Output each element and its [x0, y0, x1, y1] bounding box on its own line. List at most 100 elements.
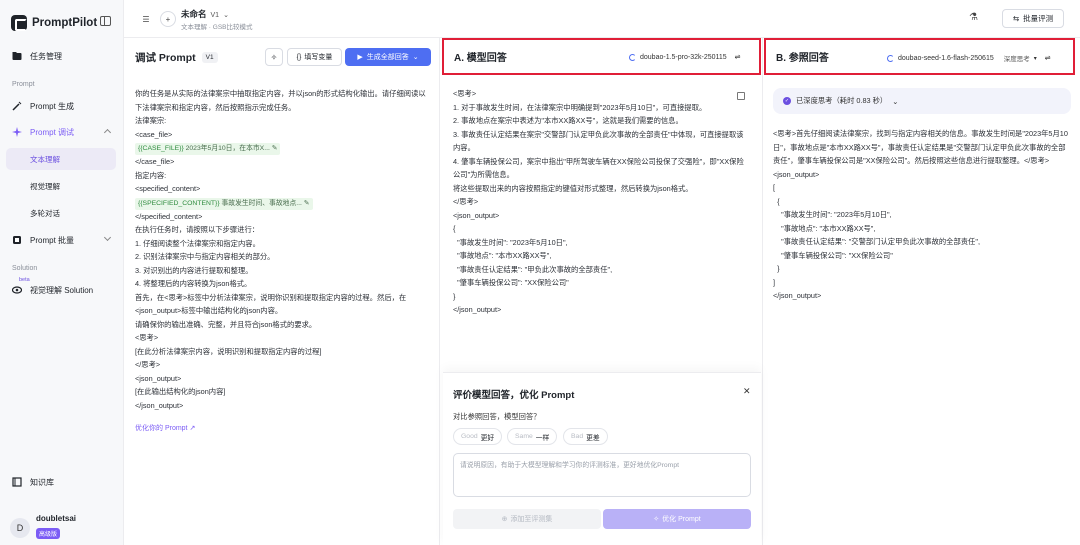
text-line: 首先，在<思考>标签中分析法律案宗，说明你识别和提取指定内容的过程。然后，在<j… [135, 292, 407, 316]
generate-all-button[interactable]: ▶ 生成全部回答 ⌄ [345, 48, 431, 66]
sidebar-item-vision-solution[interactable]: 视觉理解 Solution beta [6, 277, 118, 301]
sidebar-item-prompt-gen[interactable]: Prompt 生成 [6, 95, 118, 117]
text-line: <json_output> [773, 169, 820, 179]
wand-icon [12, 101, 22, 111]
add-icon: ⊕ [501, 516, 508, 523]
sidebar-section-prompt: Prompt [12, 81, 35, 88]
text-line: </json_output> [773, 291, 822, 300]
avatar: D [10, 517, 30, 538]
chevron-down-icon: ⌄ [412, 54, 419, 61]
text-line: [在此输出结构化的json内容] [135, 387, 226, 396]
text-line: { [773, 196, 780, 206]
text-line: 4. 将整理后的内容转换为json格式。 [135, 279, 252, 288]
text-line: 4. 肇事车辆投保公司，案宗中指出"甲所驾驶车辆在XX保险公司投保了交强险"，即… [453, 156, 744, 180]
app: PromptPilot 任务管理 Prompt Prompt 生成 Prompt… [0, 0, 1080, 545]
user-name: doubletsai [36, 514, 77, 523]
flask-icon[interactable]: ⚗ [969, 12, 979, 24]
batch-eval-label: 批量评测 [1023, 14, 1054, 23]
sidebar-section-solution: Solution [12, 265, 38, 272]
title-text: 未命名 [181, 9, 207, 19]
magic-icon[interactable]: ✧ [265, 48, 283, 66]
model-answer-header: A. 模型回答 doubao-1.5-pro-32k-250115 ⇌ [442, 38, 761, 75]
variable-chip[interactable]: {{SPECIFIED_CONTENT}} 事故发生时间、事故地点... ✎ [135, 197, 313, 210]
title-version: V1 [210, 12, 220, 19]
chip-en: Good [461, 433, 478, 440]
text-line: "事故责任认定结果": "交警部门认定甲负此次事故的全部责任", [773, 237, 980, 246]
fill-variables-button[interactable]: {} 填写变量 [287, 48, 342, 66]
model-icon [887, 54, 894, 62]
chevron-down-icon: ⌄ [892, 96, 899, 106]
model-icon [629, 53, 636, 61]
sidebar-sub-vision[interactable]: 视觉理解 [6, 175, 116, 197]
reason-textarea[interactable]: 请说明原因，有助于大模型理解和学习你的评测标准，更好地优化Prompt [453, 453, 751, 497]
user-profile[interactable]: D doubletsai 高级版 [10, 514, 76, 541]
close-icon[interactable]: ✕ [743, 386, 751, 397]
deep-think-mode[interactable]: 深度思考 [1004, 53, 1030, 63]
text-line: 1. 对于事故发生时间，在法律案宗中明确提到"2023年5月10日"，可直接提取… [453, 102, 707, 112]
text-line: <specified_content> [135, 184, 201, 193]
book-icon [12, 477, 22, 487]
sidebar-item-prompt-batch[interactable]: Prompt 批量 [6, 229, 118, 251]
add-icon[interactable]: + [160, 11, 176, 27]
text-line: </specified_content> [135, 211, 203, 221]
text-line: } [453, 291, 456, 301]
add-to-eval-set-label: 添加至评测集 [510, 516, 553, 523]
sidebar-sub-multiturn[interactable]: 多轮对话 [6, 202, 116, 224]
text-line: </case_file> [135, 157, 175, 166]
text-line: 3. 事故责任认定结果在案宗"交警部门认定甲负此次事故的全部责任"中体现，可直接… [453, 129, 744, 153]
text-line: "肇事车辆投保公司": "XX保险公司" [453, 278, 569, 287]
beta-tag: beta [19, 277, 30, 283]
add-to-eval-set-button[interactable]: ⊕ 添加至评测集 [453, 509, 601, 529]
batch-icon: ⇆ [1012, 14, 1020, 23]
page-title[interactable]: 未命名 V1 ⌄ [181, 8, 229, 20]
prompt-header: 调试 Prompt V1 [135, 50, 218, 65]
text-line: 法律案宗: [135, 116, 167, 125]
text-line: 请确保你的输出准确、完整，并且符合json格式的要求。 [135, 319, 317, 329]
optimize-prompt-button[interactable]: ✧ 优化 Prompt [603, 509, 751, 529]
variable-name: {{SPECIFIED_CONTENT}} [138, 199, 222, 207]
sidebar-collapse-icon[interactable] [100, 16, 111, 26]
text-line: <思考>首先仔细阅读法律案宗，找到与指定内容相关的信息。事故发生时间是"2023… [773, 129, 1068, 165]
bad-chip[interactable]: Bad 更差 [563, 428, 608, 445]
variable-chip[interactable]: {{CASE_FILE}} 2023年5月10日，在本市X... ✎ [135, 143, 281, 155]
text-line: [在此分析法律案宗内容，说明识别和提取指定内容的过程] [135, 346, 322, 356]
model-selector[interactable]: doubao-1.5-pro-32k-250115 ⇌ [629, 53, 741, 61]
reference-answer-panel: B. 参照回答 doubao-seed-1.6-flash-250615 深度思考… [763, 38, 1080, 545]
text-line: [ [773, 183, 776, 192]
sidebar-item-knowledge[interactable]: 知识库 [6, 471, 118, 493]
prompt-version: V1 [201, 52, 218, 63]
model-name: doubao-seed-1.6-flash-250615 [898, 54, 994, 62]
chip-zh: 更好 [480, 434, 495, 442]
optimize-prompt-link[interactable]: 优化你的 Prompt ↗ [135, 422, 431, 436]
batch-eval-button[interactable]: ⇆ 批量评测 [1002, 9, 1064, 28]
evaluation-panel: 评价模型回答，优化 Prompt ✕ 对比参照回答，模型回答？ Good 更好 S… [443, 372, 761, 545]
chip-en: Bad [571, 433, 584, 440]
same-chip[interactable]: Same 一样 [507, 428, 558, 445]
text-line: "事故地点": "本市XX路XX号", [773, 223, 876, 233]
sidebar-item-label: Prompt 调试 [30, 127, 75, 137]
settings-icon[interactable]: ⇌ [1045, 54, 1051, 62]
text-line: </json_output> [135, 400, 184, 410]
fill-variables-label: 填写变量 [304, 54, 333, 61]
menu-icon[interactable]: ☰ [138, 11, 154, 27]
sidebar-item-prompt-debug[interactable]: Prompt 调试 [6, 121, 118, 143]
good-chip[interactable]: Good 更好 [453, 428, 503, 445]
text-line: 将这些提取出来的内容按照指定的键值对形式整理，然后转换为json格式。 [453, 183, 693, 193]
variable-line: {{CASE_FILE}} 2023年5月10日，在本市X... ✎ [135, 141, 431, 155]
sidebar-item-task[interactable]: 任务管理 [6, 45, 118, 67]
text-line: 3. 对识别出的内容进行提取和整理。 [135, 265, 253, 275]
reference-answer-title: B. 参照回答 [776, 53, 829, 64]
text-line: </json_output> [453, 305, 502, 314]
deep-think-toggle[interactable]: ✓ 已深度思考（耗时 0.83 秒） ⌄ [773, 88, 1071, 114]
sparkle-icon [12, 127, 22, 137]
settings-icon[interactable]: ⇌ [735, 53, 741, 61]
variable-value: 2023年5月10日，在本市X... ✎ [185, 145, 278, 152]
eye-icon [11, 285, 23, 295]
text-line: ] [773, 277, 776, 287]
reference-answer-content: <思考>首先仔细阅读法律案宗，找到与指定内容相关的信息。事故发生时间是"2023… [773, 127, 1071, 303]
sidebar-item-label: Prompt 批量 [30, 235, 75, 245]
check-icon: ✓ [783, 97, 791, 105]
prompt-editor[interactable]: 你的任务是从实际的法律案宗中抽取指定内容，并以json的形式结构化输出。请仔细阅… [135, 87, 431, 436]
model-selector[interactable]: doubao-seed-1.6-flash-250615 深度思考 ▾ ⇌ [887, 53, 1051, 63]
sidebar-sub-text[interactable]: 文本理解 [6, 148, 116, 170]
